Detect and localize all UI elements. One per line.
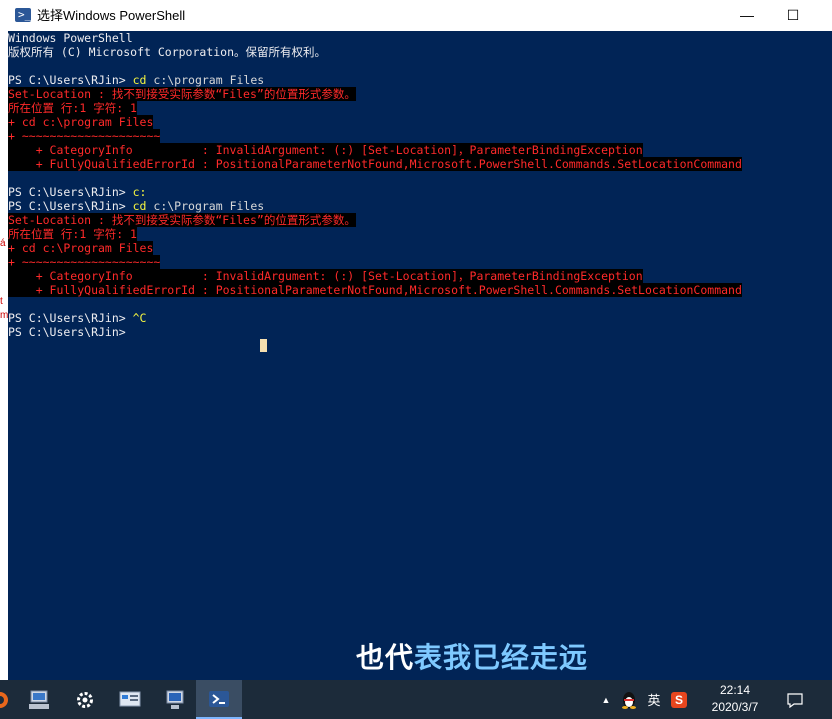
minimize-button[interactable]: — <box>724 0 770 31</box>
prompt: PS C:\Users\RJin> <box>8 311 133 325</box>
taskbar-remote-desktop-button[interactable] <box>151 680 199 719</box>
error-line: + ~~~~~~~~~~~~~~~~~~~~ <box>8 255 161 269</box>
video-subtitle: 也代表我已经走远 <box>356 636 588 676</box>
subtitle-white-part: 也代 <box>356 641 415 674</box>
prompt-line: PS C:\Users\RJin> c: <box>8 185 146 199</box>
title-bar[interactable]: >_ 选择Windows PowerShell — ☐ <box>8 0 832 31</box>
console-output[interactable]: Windows PowerShell 版权所有 (C) Microsoft Co… <box>8 31 832 680</box>
taskbar-control-panel-button[interactable] <box>106 680 154 719</box>
error-line: 所在位置 行:1 字符: 1 <box>8 227 137 241</box>
notification-center-button[interactable] <box>780 680 810 719</box>
powershell-window[interactable]: >_ 选择Windows PowerShell — ☐ Windows Powe… <box>8 0 832 680</box>
error-line: + ~~~~~~~~~~~~~~~~~~~~ <box>8 129 161 143</box>
prompt: PS C:\Users\RJin> <box>8 199 133 213</box>
control-panel-icon <box>119 691 141 706</box>
qq-penguin-icon <box>622 691 636 709</box>
window-title: 选择Windows PowerShell <box>37 8 186 23</box>
maximize-icon: ☐ <box>786 7 800 23</box>
settings-gear-icon <box>77 691 93 708</box>
clock-date: 2020/3/7 <box>711 700 759 714</box>
taskbar-network-button[interactable] <box>16 680 64 719</box>
background-glyph: m <box>0 310 8 321</box>
notification-icon <box>787 692 803 708</box>
background-window-edge: á t m <box>0 0 8 680</box>
taskbar: ▲ 英 S 22:14 2020/3/7 <box>0 680 832 719</box>
prompt: PS C:\Users\RJin> <box>8 73 133 87</box>
error-line: + CategoryInfo : InvalidArgument: (:) [S… <box>8 143 643 157</box>
command: cd <box>132 199 147 213</box>
error-line: 所在位置 行:1 字符: 1 <box>8 101 137 115</box>
minimize-icon: — <box>740 7 754 23</box>
prompt: PS C:\Users\RJin> <box>8 325 126 339</box>
error-line: + cd c:\Program Files <box>8 241 154 255</box>
text-cursor <box>260 339 267 352</box>
prompt-line: PS C:\Users\RJin> <box>8 325 126 339</box>
ime-language-indicator[interactable]: 英 <box>643 680 665 719</box>
system-clock[interactable]: 22:14 2020/3/7 <box>700 682 770 716</box>
command: c: <box>132 185 147 199</box>
taskbar-powershell-button[interactable] <box>196 680 242 719</box>
copyright-line: 版权所有 (C) Microsoft Corporation。保留所有权利。 <box>8 45 327 59</box>
app-icon <box>0 691 8 708</box>
error-line: + FullyQualifiedErrorId : PositionalPara… <box>8 283 742 297</box>
tray-sogou-button[interactable]: S <box>668 680 690 719</box>
command-argument: c:\program Files <box>146 73 265 87</box>
maximize-button[interactable]: ☐ <box>770 0 816 31</box>
sogou-icon: S <box>671 691 687 708</box>
prompt-line: PS C:\Users\RJin> ^C <box>8 311 146 325</box>
prompt-line: PS C:\Users\RJin> cd c:\Program Files <box>8 199 264 213</box>
error-line: Set-Location : 找不到接受实际参数“Files”的位置形式参数。 <box>8 87 356 101</box>
clock-time: 22:14 <box>719 683 751 697</box>
background-glyph: t <box>0 296 3 307</box>
error-line: + CategoryInfo : InvalidArgument: (:) [S… <box>8 269 643 283</box>
error-line: + cd c:\program Files <box>8 115 154 129</box>
header-line: Windows PowerShell <box>8 31 133 45</box>
tray-qq-button[interactable] <box>618 680 640 719</box>
prompt-line: PS C:\Users\RJin> cd c:\program Files <box>8 73 264 87</box>
subtitle-blue-part: 表我已经走远 <box>414 641 589 674</box>
powershell-icon: >_ <box>15 8 31 22</box>
network-computer-icon <box>29 690 49 709</box>
interrupt-text: ^C <box>132 311 147 325</box>
tray-chevron-icon[interactable]: ▲ <box>598 680 614 719</box>
remote-desktop-icon <box>166 690 184 709</box>
command-argument: c:\Program Files <box>146 199 265 213</box>
prompt: PS C:\Users\RJin> <box>8 185 133 199</box>
powershell-icon <box>209 690 229 707</box>
error-line: + FullyQualifiedErrorId : PositionalPara… <box>8 157 742 171</box>
error-line: Set-Location : 找不到接受实际参数“Files”的位置形式参数。 <box>8 213 356 227</box>
command: cd <box>132 73 147 87</box>
taskbar-settings-button[interactable] <box>61 680 109 719</box>
background-glyph: á <box>0 238 6 249</box>
